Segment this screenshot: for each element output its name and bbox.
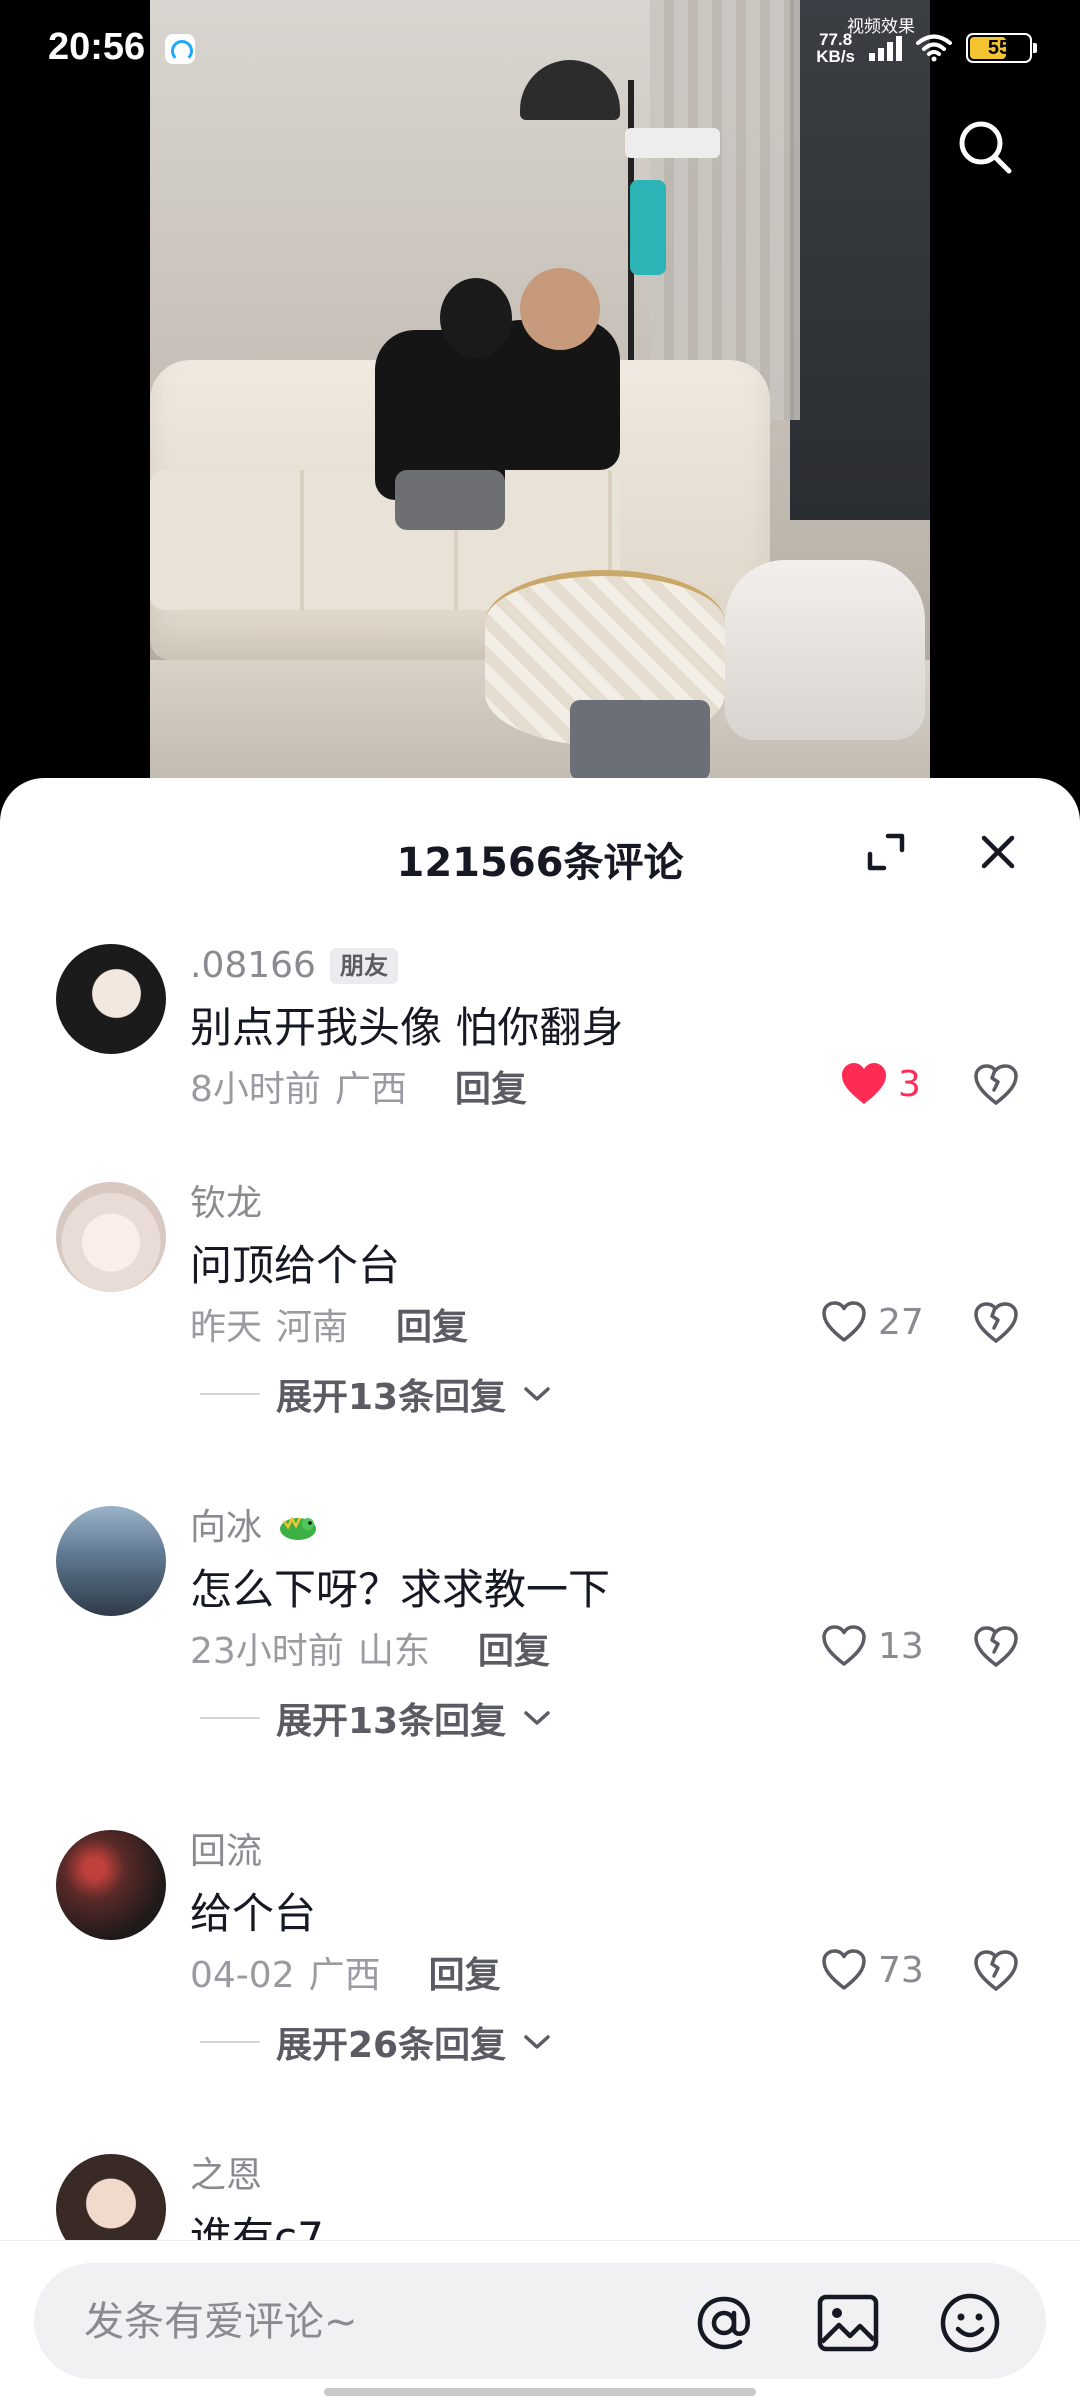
comment-sheet: 121566条评论 .08166 朋友 别点开我头像 怕你翻身 8小时前 广西 …	[0, 778, 1080, 2400]
dislike-button[interactable]	[966, 1054, 1026, 1114]
expand-replies-button[interactable]: 展开13条回复	[200, 1692, 552, 1744]
broken-heart-icon	[974, 1302, 1018, 1343]
expand-replies-button[interactable]: 展开26条回复	[200, 2016, 552, 2068]
emoji-button[interactable]	[938, 2291, 1002, 2355]
app-screen: 20:56 视频效果 77.8 KB/s 55 121566条评论 .08166…	[0, 0, 1080, 2400]
smiley-face-icon	[940, 2293, 1000, 2353]
comment-text[interactable]: 别点开我头像 怕你翻身	[190, 1002, 830, 1054]
heart-outline-icon	[822, 1301, 866, 1342]
expand-replies-label: 展开13条回复	[276, 1377, 507, 1418]
battery-icon: 55	[966, 33, 1037, 63]
video-player[interactable]: 20:56 视频效果 77.8 KB/s 55	[0, 0, 1080, 800]
dislike-button[interactable]	[966, 1616, 1026, 1676]
like-count: 27	[878, 1301, 924, 1343]
comment-item: 之恩 谁有c7	[0, 2154, 1080, 2264]
video-frame[interactable]	[150, 0, 930, 780]
comment-time: 8小时前	[190, 1069, 321, 1110]
comment-item: 回流 给个台 04-02 广西 回复 73 展开26条回复	[0, 1830, 1080, 2070]
app-notification-icon	[165, 34, 195, 64]
comment-text[interactable]: 问顶给个台	[190, 1240, 830, 1292]
heart-outline-icon	[822, 1625, 866, 1666]
image-button[interactable]	[816, 2291, 880, 2355]
status-time: 20:56	[48, 26, 146, 68]
image-icon	[817, 2294, 879, 2352]
close-icon	[981, 835, 1015, 869]
comment-text[interactable]: 怎么下呀？求求教一下	[190, 1564, 830, 1616]
avatar[interactable]	[56, 944, 166, 1054]
reply-button[interactable]: 回复	[478, 1628, 550, 1676]
fullscreen-button[interactable]	[858, 824, 914, 880]
like-count: 13	[878, 1625, 924, 1667]
expand-replies-button[interactable]: 展开13条回复	[200, 1368, 552, 1420]
comment-input[interactable]	[82, 2263, 686, 2381]
like-count: 73	[878, 1949, 924, 1991]
comment-item: 向冰 怎么下呀？求求教一下 23小时前 山东 回复 13 展开13条回复	[0, 1506, 1080, 1746]
status-bar: 20:56 视频效果 77.8 KB/s 55	[0, 0, 1080, 100]
comment-time: 23小时前	[190, 1631, 344, 1672]
comment-input-container[interactable]	[34, 2263, 1046, 2381]
comment-time: 04-02	[190, 1955, 295, 1996]
comment-item: .08166 朋友 别点开我头像 怕你翻身 8小时前 广西 回复 3	[0, 944, 1080, 1114]
at-sign-icon	[697, 2296, 750, 2350]
broken-heart-icon	[974, 1064, 1018, 1105]
comment-location: 广西	[334, 1069, 407, 1110]
comment-username[interactable]: .08166	[190, 944, 316, 988]
like-count: 3	[898, 1063, 921, 1105]
like-button[interactable]: 3	[840, 1054, 950, 1114]
search-icon	[959, 121, 1012, 174]
expand-icon	[867, 833, 905, 871]
like-button[interactable]: 13	[820, 1616, 930, 1676]
comment-sheet-header: 121566条评论	[0, 778, 1080, 888]
chevron-down-icon	[524, 1387, 550, 1401]
comment-time: 昨天	[190, 1307, 263, 1348]
comment-username[interactable]: 钦龙	[190, 1182, 262, 1226]
comment-username[interactable]: 向冰	[190, 1506, 262, 1550]
dragon-emoji-icon	[280, 1516, 317, 1540]
home-indicator[interactable]	[324, 2388, 756, 2396]
search-button[interactable]	[950, 112, 1020, 182]
comment-username[interactable]: 之恩	[190, 2154, 262, 2198]
comment-location: 山东	[357, 1631, 430, 1672]
network-speed: 77.8 KB/s	[816, 30, 855, 66]
expand-replies-label: 展开13条回复	[276, 1701, 507, 1742]
expand-replies-label: 展开26条回复	[276, 2025, 507, 2066]
comment-item: 钦龙 问顶给个台 昨天 河南 回复 27 展开13条回复	[0, 1182, 1080, 1422]
like-button[interactable]: 27	[820, 1292, 930, 1352]
avatar[interactable]	[56, 1830, 166, 1940]
close-button[interactable]	[970, 824, 1026, 880]
chevron-down-icon	[524, 2035, 550, 2049]
heart-outline-icon	[822, 1949, 866, 1990]
avatar[interactable]	[56, 1182, 166, 1292]
broken-heart-icon	[974, 1626, 1018, 1667]
comment-location: 河南	[276, 1307, 349, 1348]
reply-button[interactable]: 回复	[396, 1304, 468, 1352]
comment-text[interactable]: 给个台	[190, 1888, 830, 1940]
signal-icon	[869, 35, 902, 61]
broken-heart-icon	[974, 1950, 1018, 1991]
heart-filled-icon	[842, 1063, 886, 1104]
dislike-button[interactable]	[966, 1292, 1026, 1352]
reply-button[interactable]: 回复	[455, 1066, 527, 1114]
chevron-down-icon	[524, 1711, 550, 1725]
dislike-button[interactable]	[966, 1940, 1026, 2000]
avatar[interactable]	[56, 1506, 166, 1616]
like-button[interactable]: 73	[820, 1940, 930, 2000]
wifi-icon	[916, 34, 952, 62]
comment-username[interactable]: 回流	[190, 1830, 262, 1874]
mention-button[interactable]	[692, 2291, 756, 2355]
reply-button[interactable]: 回复	[429, 1952, 501, 2000]
comment-input-bar	[0, 2240, 1080, 2400]
comment-count-title: 121566条评论	[396, 840, 684, 886]
friend-badge: 朋友	[329, 948, 398, 984]
comment-location: 广西	[308, 1955, 381, 1996]
